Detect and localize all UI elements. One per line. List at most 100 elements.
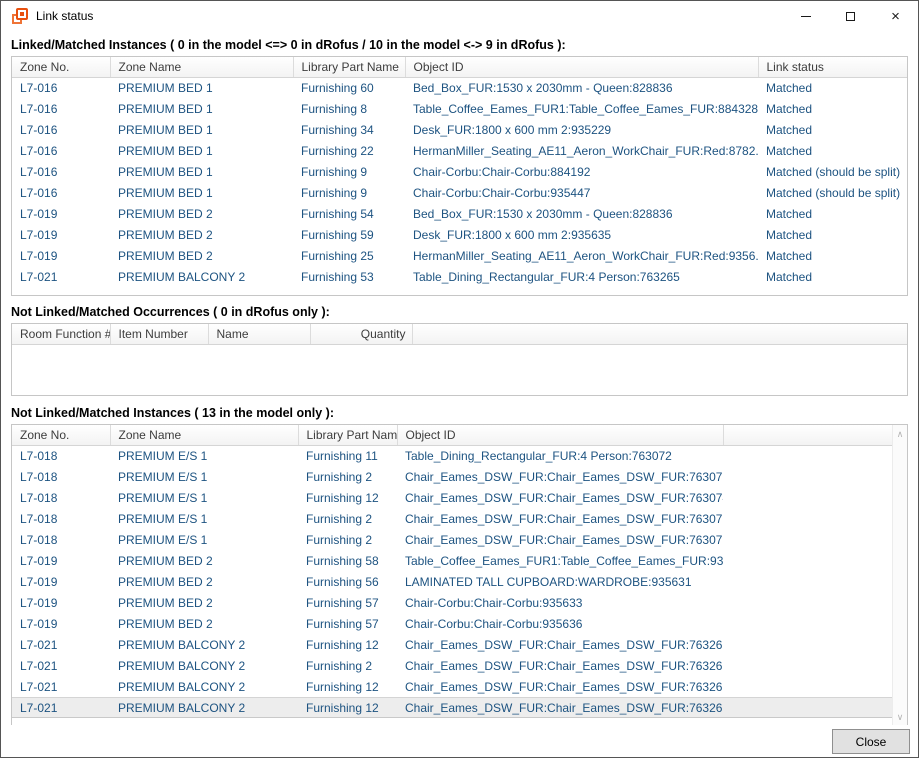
table-row[interactable]: L7-016PREMIUM BED 1Furnishing 22HermanMi… (12, 140, 908, 161)
table-cell: Matched (758, 224, 908, 245)
table-row[interactable]: L7-019PREMIUM BED 2Furnishing 58Table_Co… (12, 550, 895, 571)
table-row[interactable]: L7-019PREMIUM BED 2Furnishing 56LAMINATE… (12, 571, 895, 592)
table-row[interactable]: L7-019PREMIUM BED 2Furnishing 57Chair-Co… (12, 613, 895, 634)
minimize-button[interactable] (783, 1, 828, 31)
table-cell: PREMIUM E/S 1 (110, 445, 298, 466)
close-button[interactable]: Close (832, 729, 910, 754)
title-bar: Link status × (1, 1, 918, 31)
table-row[interactable]: L7-016PREMIUM BED 1Furnishing 34Desk_FUR… (12, 119, 908, 140)
table-cell: Furnishing 53 (293, 266, 405, 287)
table-cell: Matched (758, 77, 908, 98)
count-drofus-linked: 0 (291, 38, 298, 52)
table-cell: Bed_Box_FUR:1530 x 2030mm - Queen:828836 (405, 203, 758, 224)
table-row[interactable]: L7-021PREMIUM BALCONY 2Furnishing 53Tabl… (12, 266, 908, 287)
table-cell: PREMIUM BED 1 (110, 140, 293, 161)
table-cell: L7-018 (12, 508, 110, 529)
table-cell: L7-021 (12, 655, 110, 676)
table-cell: Matched (should be split) (758, 182, 908, 203)
table-cell: L7-018 (12, 445, 110, 466)
table-row[interactable]: L7-019PREMIUM BED 2Furnishing 54Bed_Box_… (12, 203, 908, 224)
table-row[interactable]: L7-019PREMIUM BED 2Furnishing 57Chair-Co… (12, 592, 895, 613)
table-cell (723, 634, 895, 655)
table-cell: Furnishing 8 (293, 98, 405, 119)
table-cell: Matched (should be split) (758, 161, 908, 182)
table-row[interactable]: L7-019PREMIUM BED 2Furnishing 59Desk_FUR… (12, 224, 908, 245)
col-filler (723, 425, 895, 445)
table-cell (723, 613, 895, 634)
table-cell: L7-019 (12, 203, 110, 224)
table-cell: Furnishing 12 (298, 634, 397, 655)
table-cell: PREMIUM BED 2 (110, 613, 298, 634)
minimize-icon (801, 16, 811, 17)
link-status-dialog: { "window": { "title": "Link status" }, … (0, 0, 919, 758)
table-row[interactable]: L7-018PREMIUM E/S 1Furnishing 12Chair_Ea… (12, 487, 895, 508)
table-cell: PREMIUM E/S 1 (110, 466, 298, 487)
table-cell: Chair-Corbu:Chair-Corbu:884192 (405, 161, 758, 182)
table-cell: Table_Dining_Rectangular_FUR:4 Person:76… (405, 266, 758, 287)
close-window-button[interactable]: × (873, 1, 918, 31)
footer-bar: Close (1, 725, 918, 757)
table-cell: L7-018 (12, 466, 110, 487)
table-cell: Furnishing 12 (298, 676, 397, 697)
table-row[interactable]: L7-021PREMIUM BALCONY 2Furnishing 12Chai… (12, 634, 895, 655)
table-cell: Furnishing 22 (293, 140, 405, 161)
close-icon: × (891, 9, 900, 24)
table-cell: PREMIUM BED 1 (110, 182, 293, 203)
table-row[interactable]: L7-016PREMIUM BED 1Furnishing 9Chair-Cor… (12, 161, 908, 182)
table-cell: Furnishing 9 (293, 161, 405, 182)
caption-buttons: × (783, 1, 918, 31)
table-cell: Chair_Eames_DSW_FUR:Chair_Eames_DSW_FUR:… (397, 697, 723, 718)
table-cell: Furnishing 56 (298, 571, 397, 592)
col-zone-name: Zone Name (110, 57, 293, 77)
table-header-row: Room Function #: Item Number Name Quanti… (12, 324, 908, 344)
table-cell: L7-019 (12, 245, 110, 266)
linked-instances-table: Zone No. Zone Name Library Part Name Obj… (11, 56, 908, 296)
table-cell: Matched (758, 98, 908, 119)
table-cell: Desk_FUR:1800 x 600 mm 2:935635 (405, 224, 758, 245)
table-row[interactable]: L7-018PREMIUM E/S 1Furnishing 2Chair_Eam… (12, 508, 895, 529)
window-title: Link status (36, 9, 93, 23)
table-cell: Matched (758, 119, 908, 140)
vertical-scrollbar[interactable]: ∧ ∨ (892, 425, 907, 727)
table-cell: Furnishing 57 (298, 592, 397, 613)
table-cell: PREMIUM BALCONY 2 (110, 697, 298, 718)
table-cell: PREMIUM BED 1 (110, 161, 293, 182)
col-zone-no: Zone No. (12, 425, 110, 445)
table-header-row: Zone No. Zone Name Library Part Name Obj… (12, 425, 895, 445)
col-library-part-name: Library Part Name (298, 425, 397, 445)
table-cell: Furnishing 2 (298, 508, 397, 529)
table-cell: Furnishing 2 (298, 466, 397, 487)
linked-instances-heading: Linked/Matched Instances ( 0 in the mode… (11, 38, 908, 53)
table-row[interactable]: L7-018PREMIUM E/S 1Furnishing 2Chair_Eam… (12, 529, 895, 550)
table-row[interactable]: L7-018PREMIUM E/S 1Furnishing 2Chair_Eam… (12, 466, 895, 487)
not-linked-occurrences-table: Room Function #: Item Number Name Quanti… (11, 323, 908, 396)
table-row[interactable]: L7-016PREMIUM BED 1Furnishing 60Bed_Box_… (12, 77, 908, 98)
table-cell: L7-016 (12, 161, 110, 182)
table-cell: Furnishing 2 (298, 529, 397, 550)
table-cell: Furnishing 2 (298, 655, 397, 676)
table-row[interactable]: L7-021PREMIUM BALCONY 2Furnishing 12Chai… (12, 676, 895, 697)
col-object-id: Object ID (405, 57, 758, 77)
scroll-up-icon[interactable]: ∧ (893, 427, 907, 442)
table-cell: Chair-Corbu:Chair-Corbu:935633 (397, 592, 723, 613)
maximize-button[interactable] (828, 1, 873, 31)
col-room-function: Room Function #: (12, 324, 110, 344)
table-row[interactable]: L7-016PREMIUM BED 1Furnishing 9Chair-Cor… (12, 182, 908, 203)
table-row[interactable]: L7-021PREMIUM BALCONY 2Furnishing 2Chair… (12, 655, 895, 676)
scroll-down-icon[interactable]: ∨ (893, 710, 907, 725)
table-cell: Table_Dining_Rectangular_FUR:4 Person:76… (397, 445, 723, 466)
table-cell: Bed_Box_FUR:1530 x 2030mm - Queen:828836 (405, 77, 758, 98)
table-row[interactable]: L7-021PREMIUM BALCONY 2Furnishing 12Chai… (12, 697, 895, 718)
col-item-number: Item Number (110, 324, 208, 344)
table-cell: PREMIUM BED 1 (110, 98, 293, 119)
table-cell (723, 655, 895, 676)
count-drofus-only: 0 (221, 305, 228, 319)
table-cell: Furnishing 57 (298, 613, 397, 634)
table-cell: PREMIUM E/S 1 (110, 508, 298, 529)
table-row[interactable]: L7-016PREMIUM BED 1Furnishing 8Table_Cof… (12, 98, 908, 119)
table-row[interactable]: L7-018PREMIUM E/S 1Furnishing 11Table_Di… (12, 445, 895, 466)
table-cell (723, 592, 895, 613)
table-row[interactable]: L7-019PREMIUM BED 2Furnishing 25HermanMi… (12, 245, 908, 266)
table-cell: Matched (758, 266, 908, 287)
col-quantity: Quantity (310, 324, 412, 344)
